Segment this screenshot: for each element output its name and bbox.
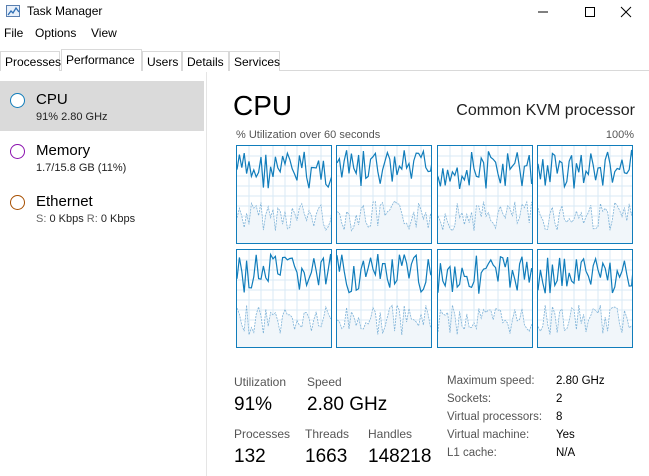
maximize-icon (585, 7, 595, 17)
virtual-processors-value: 8 (556, 411, 563, 423)
minimize-icon (538, 11, 548, 13)
tab-strip: Processes Performance Users Details Serv… (0, 49, 649, 71)
sidebar-item-cpu[interactable]: CPU 91% 2.80 GHz (0, 81, 204, 131)
cpu-core-graph (437, 145, 533, 244)
memory-indicator-icon (10, 144, 25, 159)
receive-label: R: (86, 213, 98, 225)
cpu-core-graph (336, 145, 432, 244)
page-title: CPU (233, 90, 293, 121)
sidebar-item-label: CPU (36, 91, 68, 108)
menu-options[interactable]: Options (35, 26, 76, 40)
processor-name: Common KVM processor (456, 102, 635, 119)
threads-label: Threads (305, 427, 350, 441)
sidebar-item-ethernet[interactable]: Ethernet S: 0 Kbps R: 0 Kbps (0, 183, 204, 233)
tab-users[interactable]: Users (142, 51, 182, 71)
speed-value: 2.80 GHz (307, 394, 388, 415)
max-speed-value: 2.80 GHz (556, 375, 605, 387)
utilization-label: Utilization (234, 375, 287, 389)
sockets-key: Sockets: (447, 393, 492, 405)
minimize-button[interactable] (520, 0, 566, 24)
tab-details[interactable]: Details (182, 51, 229, 71)
sidebar: CPU 91% 2.80 GHz Memory 1.7/15.8 GB (11%… (0, 72, 207, 476)
virtual-machine-value: Yes (556, 429, 575, 441)
cpu-core-graph (336, 249, 432, 348)
graph-max-label: 100% (605, 129, 634, 141)
l1-cache-value: N/A (556, 447, 576, 459)
cpu-core-graph (437, 249, 533, 348)
threads-value: 1663 (305, 446, 348, 467)
close-button[interactable] (603, 0, 649, 24)
sockets-value: 2 (556, 393, 563, 405)
cpu-core-graph (236, 249, 332, 348)
cpu-core-graph (236, 145, 332, 244)
send-label: S: (36, 213, 47, 225)
menu-file[interactable]: File (4, 26, 23, 40)
processes-value: 132 (234, 446, 266, 467)
tab-services[interactable]: Services (229, 51, 280, 71)
cpu-core-graph (537, 249, 633, 348)
l1-cache-key: L1 cache: (447, 447, 497, 459)
processes-label: Processes (234, 427, 291, 441)
speed-label: Speed (307, 375, 342, 389)
tab-performance[interactable]: Performance (61, 49, 142, 71)
sidebar-item-sublabel: 1.7/15.8 GB (11%) (36, 162, 127, 174)
task-manager-icon (6, 5, 20, 17)
tab-processes[interactable]: Processes (0, 51, 61, 71)
handles-label: Handles (368, 427, 413, 441)
close-icon (620, 6, 632, 18)
sidebar-item-memory[interactable]: Memory 1.7/15.8 GB (11%) (0, 132, 204, 182)
window-title: Task Manager (27, 4, 103, 18)
sidebar-item-sublabel: 91% 2.80 GHz (36, 111, 108, 123)
cpu-indicator-icon (10, 93, 25, 108)
sidebar-item-label: Memory (36, 142, 91, 159)
receive-value: 0 Kbps (100, 213, 136, 225)
utilization-value: 91% (234, 394, 273, 415)
graph-label: % Utilization over 60 seconds (236, 129, 381, 141)
sidebar-item-sublabel: S: 0 Kbps R: 0 Kbps (36, 213, 135, 225)
max-speed-key: Maximum speed: (447, 375, 535, 387)
handles-value: 148218 (368, 446, 432, 467)
menu-view[interactable]: View (91, 26, 117, 40)
virtual-machine-key: Virtual machine: (447, 429, 530, 441)
virtual-processors-key: Virtual processors: (447, 411, 543, 423)
sidebar-item-label: Ethernet (36, 193, 93, 210)
ethernet-indicator-icon (10, 195, 25, 210)
cpu-core-graph (537, 145, 633, 244)
title-bar: Task Manager (0, 0, 649, 24)
send-value: 0 Kbps (49, 213, 84, 225)
